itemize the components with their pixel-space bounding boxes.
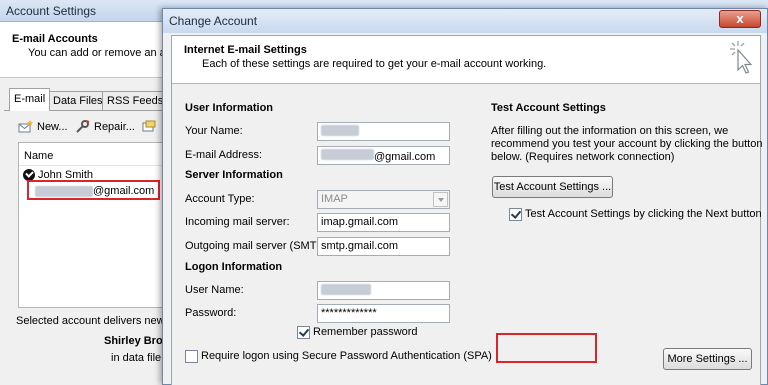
test-description-line-3: below. (Requires network connection) xyxy=(491,151,675,163)
chevron-down-icon xyxy=(433,192,448,207)
outgoing-server-field[interactable]: smtp.gmail.com xyxy=(317,237,450,256)
header-subtitle: Each of these settings are required to g… xyxy=(202,58,547,70)
outgoing-server-label: Outgoing mail server (SMTP): xyxy=(185,240,331,252)
your-name-field[interactable] xyxy=(317,122,450,141)
tab-email[interactable]: E-mail xyxy=(9,88,51,111)
dialog-header: Internet E-mail Settings Each of these s… xyxy=(172,36,760,84)
test-description-line-2: recommend you test your account by click… xyxy=(491,138,763,150)
header-title: E-mail Accounts xyxy=(12,33,98,45)
tab-rss-feeds[interactable]: RSS Feeds xyxy=(102,91,169,110)
dialog-content: Internet E-mail Settings Each of these s… xyxy=(171,35,763,385)
selected-account-row[interactable]: @gmail.com xyxy=(27,180,160,200)
username-field[interactable] xyxy=(317,281,450,300)
remember-password-checkbox[interactable] xyxy=(297,326,310,339)
close-button[interactable]: x xyxy=(719,10,761,28)
username-label: User Name: xyxy=(185,284,244,296)
delivery-info-text: Selected account delivers new me xyxy=(16,315,183,327)
incoming-server-label: Incoming mail server: xyxy=(185,216,290,228)
user-info-title: User Information xyxy=(185,102,274,114)
logon-info-title: Logon Information xyxy=(185,261,283,273)
redacted-email-prefix xyxy=(35,185,93,197)
dialog-title: Change Account xyxy=(169,14,258,28)
window-title: Account Settings xyxy=(6,4,97,18)
more-settings-button[interactable]: More Settings ... xyxy=(663,348,752,370)
highlight-box xyxy=(496,333,597,363)
spa-label: Require logon using Secure Password Auth… xyxy=(201,350,492,362)
your-name-label: Your Name: xyxy=(185,125,243,137)
email-suffix: @gmail.com xyxy=(374,151,436,163)
test-settings-title: Test Account Settings xyxy=(491,102,606,114)
test-account-settings-button[interactable]: Test Account Settings ... xyxy=(492,176,613,198)
remember-password-label: Remember password xyxy=(313,326,418,338)
email-accounts-header: E-mail Accounts You can add or remove an… xyxy=(0,22,170,78)
account-type-label: Account Type: xyxy=(185,193,255,205)
password-label: Password: xyxy=(185,307,237,319)
email-field[interactable]: @gmail.com xyxy=(317,146,450,165)
cursor-click-icon xyxy=(730,41,753,74)
dialog-title-bar: Change Account x xyxy=(163,9,767,33)
close-icon: x xyxy=(736,11,744,26)
test-on-next-label: Test Account Settings by clicking the Ne… xyxy=(525,208,762,220)
data-file-owner: Shirley Brou xyxy=(104,335,170,347)
test-on-next-checkbox[interactable] xyxy=(509,208,522,221)
redacted-username xyxy=(321,284,371,295)
new-mail-icon xyxy=(18,120,33,133)
account-type-value: IMAP xyxy=(321,193,348,205)
wrench-icon xyxy=(76,120,90,133)
column-header-name[interactable]: Name xyxy=(24,150,53,162)
repair-label: Repair... xyxy=(94,121,135,133)
incoming-server-field[interactable]: imap.gmail.com xyxy=(317,213,450,232)
change-button[interactable] xyxy=(142,120,156,134)
server-info-title: Server Information xyxy=(185,169,283,181)
test-description-line-1: After filling out the information on thi… xyxy=(491,125,729,137)
account-list: Name John Smith @gmail.com xyxy=(18,142,171,308)
header-title: Internet E-mail Settings xyxy=(184,44,307,56)
spa-checkbox[interactable] xyxy=(185,350,198,363)
password-field[interactable]: ************* xyxy=(317,304,450,323)
account-type-select: IMAP xyxy=(317,190,450,209)
redacted-email-prefix xyxy=(321,149,374,160)
tab-data-files[interactable]: Data Files xyxy=(48,91,108,110)
redacted-name xyxy=(321,125,359,136)
change-account-dialog: Change Account x Internet E-mail Setting… xyxy=(162,8,768,385)
column-divider xyxy=(19,165,171,166)
new-label: New... xyxy=(37,121,68,133)
new-account-button[interactable]: New... xyxy=(18,120,68,134)
repair-button[interactable]: Repair... xyxy=(75,120,135,134)
header-subtitle: You can add or remove an a xyxy=(28,47,166,59)
email-label: E-mail Address: xyxy=(185,149,263,161)
account-email-suffix: @gmail.com xyxy=(93,185,155,197)
change-icon xyxy=(142,120,156,132)
